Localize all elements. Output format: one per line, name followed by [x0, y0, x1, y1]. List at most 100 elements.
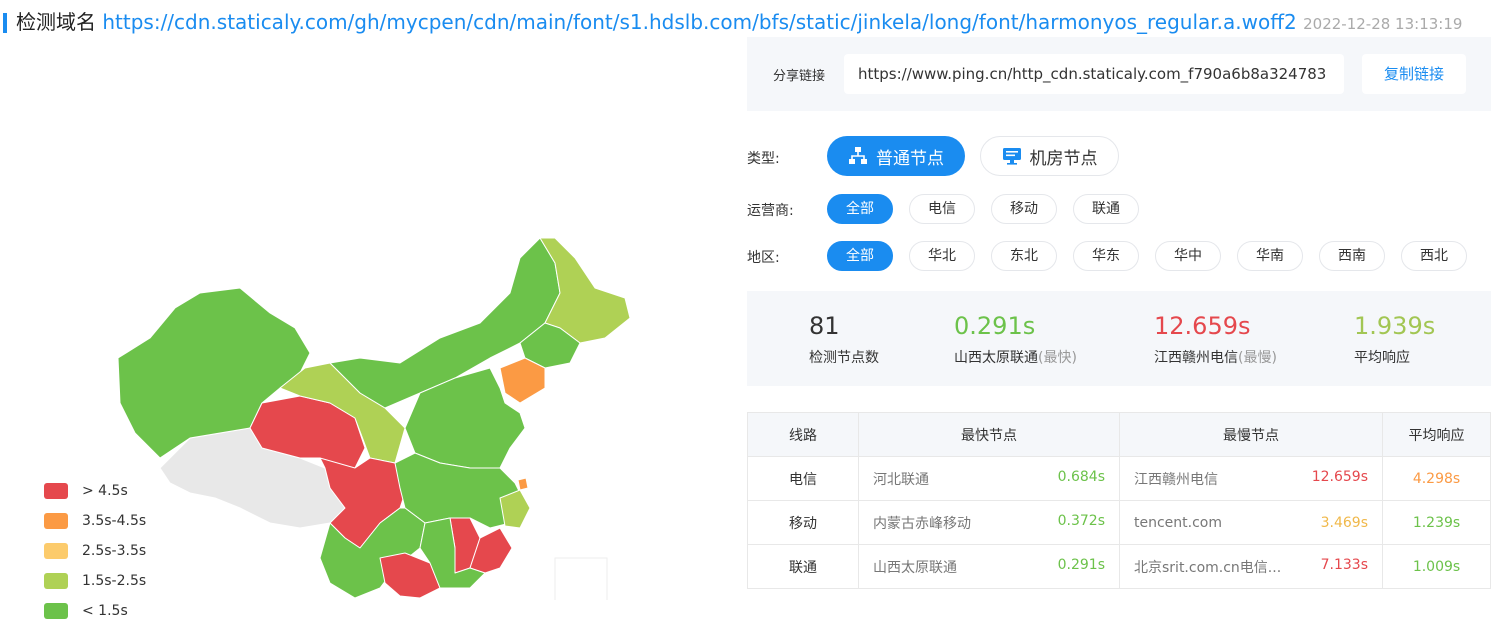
route-cell: 联通 [747, 544, 859, 589]
stat-note: (最快) [1038, 350, 1077, 366]
legend-swatch [44, 603, 68, 619]
stat-fastest: 0.291s 山西太原联通(最快) [954, 309, 1077, 367]
node-time: 3.469s [1320, 514, 1368, 531]
share-link-field[interactable]: https://www.ping.cn/http_cdn.staticaly.c… [844, 54, 1344, 94]
south-china-sea-inset [554, 557, 608, 626]
legend-item[interactable]: 3.5s-4.5s [44, 506, 146, 536]
legend-label: 1.5s-2.5s [82, 573, 147, 589]
stat-label-text: 山西太原联通 [954, 350, 1038, 366]
stat-label-text: 江西赣州电信 [1154, 350, 1238, 366]
normal-node-label: 普通节点 [876, 148, 944, 169]
legend-item[interactable]: < 1.5s [44, 596, 146, 626]
legend-label: 2.5s-3.5s [82, 543, 147, 559]
stat-label-text: 检测节点数 [809, 350, 879, 366]
copy-link-button[interactable]: 复制链接 [1362, 54, 1466, 94]
legend-swatch [44, 483, 68, 499]
legend-item[interactable]: > 4.5s [44, 476, 146, 506]
type-label: 类型: [747, 151, 780, 167]
region-option-north[interactable]: 华北 [909, 241, 975, 271]
fastest-cell: 内蒙古赤峰移动 0.372s [858, 500, 1120, 545]
isp-label: 运营商: [747, 203, 794, 219]
node-time: 0.684s [1057, 468, 1105, 485]
node-name: 山西太原联通 [873, 559, 957, 576]
region-option-east[interactable]: 华东 [1073, 241, 1139, 271]
region-option-southwest[interactable]: 西南 [1319, 241, 1385, 271]
normal-node-button[interactable]: 普通节点 [827, 136, 965, 176]
share-label: 分享链接 [773, 69, 826, 84]
node-name: 内蒙古赤峰移动 [873, 515, 971, 532]
stat-slowest: 12.659s 江西赣州电信(最慢) [1154, 309, 1277, 367]
page-title: 检测域名 https://cdn.staticaly.com/gh/mycpen… [16, 8, 1506, 38]
node-name: tencent.com [1134, 514, 1222, 531]
latency-legend: > 4.5s 3.5s-4.5s 2.5s-3.5s 1.5s-2.5s < 1… [44, 476, 146, 626]
monitor-icon [1002, 148, 1021, 165]
legend-swatch [44, 513, 68, 529]
node-time: 0.291s [1057, 556, 1105, 573]
node-time: 0.372s [1057, 512, 1105, 529]
region-shanghai [517, 477, 529, 491]
table-row: 电信 河北联通 0.684s 江西赣州电信 12.659s 4.298s [747, 456, 1491, 501]
isp-option-unicom[interactable]: 联通 [1073, 194, 1139, 224]
legend-item[interactable]: 2.5s-3.5s [44, 536, 146, 566]
route-cell: 移动 [747, 500, 859, 545]
isp-option-all[interactable]: 全部 [827, 194, 893, 224]
stat-label: 山西太原联通(最快) [954, 347, 1077, 367]
region-option-all[interactable]: 全部 [827, 241, 893, 271]
stat-label: 平均响应 [1354, 347, 1435, 367]
stat-value: 12.659s [1154, 312, 1251, 340]
node-name: 江西赣州电信 [1134, 471, 1218, 488]
stat-value: 0.291s [954, 312, 1036, 340]
average-cell: 4.298s [1382, 456, 1491, 501]
region-option-northwest[interactable]: 西北 [1401, 241, 1467, 271]
average-cell: 1.239s [1382, 500, 1491, 545]
fastest-cell: 山西太原联通 0.291s [858, 544, 1120, 589]
stat-node-count: 81 检测节点数 [809, 309, 879, 367]
node-time: 12.659s [1311, 468, 1368, 485]
legend-label: > 4.5s [82, 483, 128, 499]
legend-item[interactable]: 1.5s-2.5s [44, 566, 146, 596]
stat-value: 1.939s [1354, 312, 1436, 340]
average-cell: 1.009s [1382, 544, 1491, 589]
datacenter-node-button[interactable]: 机房节点 [980, 136, 1119, 176]
title-accent-bar [3, 13, 7, 33]
stat-label: 检测节点数 [809, 347, 879, 367]
region-option-south[interactable]: 华南 [1237, 241, 1303, 271]
checked-url-link[interactable]: https://cdn.staticaly.com/gh/mycpen/cdn/… [102, 10, 1296, 34]
check-timestamp: 2022-12-28 13:13:19 [1303, 15, 1463, 33]
isp-option-telecom[interactable]: 电信 [909, 194, 975, 224]
table-header-row: 线路 最快节点 最慢节点 平均响应 [747, 412, 1491, 457]
node-name: 河北联通 [873, 471, 929, 488]
col-header-average: 平均响应 [1382, 412, 1491, 457]
table-row: 移动 内蒙古赤峰移动 0.372s tencent.com 3.469s 1.239… [747, 500, 1491, 545]
region-label: 地区: [747, 250, 780, 266]
share-link-panel: 分享链接 https://www.ping.cn/http_cdn.static… [747, 37, 1491, 111]
slowest-cell: 北京srit.com.cn电信... 7.133s [1119, 544, 1383, 589]
region-option-northeast[interactable]: 东北 [991, 241, 1057, 271]
slowest-cell: tencent.com 3.469s [1119, 500, 1383, 545]
fastest-cell: 河北联通 0.684s [858, 456, 1120, 501]
legend-swatch [44, 543, 68, 559]
isp-option-mobile[interactable]: 移动 [991, 194, 1057, 224]
node-time: 7.133s [1320, 556, 1368, 573]
region-zhejiang [499, 489, 531, 529]
slowest-cell: 江西赣州电信 12.659s [1119, 456, 1383, 501]
region-option-central[interactable]: 华中 [1155, 241, 1221, 271]
title-label: 检测域名 [16, 10, 96, 34]
summary-stats: 81 检测节点数 0.291s 山西太原联通(最快) 12.659s 江西赣州电… [747, 291, 1491, 386]
network-icon [849, 147, 867, 164]
datacenter-node-label: 机房节点 [1029, 148, 1098, 169]
route-table: 线路 最快节点 最慢节点 平均响应 电信 河北联通 0.684s 江西赣州电信 12… [747, 412, 1491, 589]
node-name: 北京srit.com.cn电信... [1134, 559, 1282, 576]
col-header-route: 线路 [747, 412, 859, 457]
china-map-panel: > 4.5s 3.5s-4.5s 2.5s-3.5s 1.5s-2.5s < 1… [0, 64, 740, 626]
table-row: 联通 山西太原联通 0.291s 北京srit.com.cn电信... 7.133s… [747, 544, 1491, 589]
stat-average: 1.939s 平均响应 [1354, 309, 1435, 367]
stat-label-text: 平均响应 [1354, 350, 1410, 366]
route-cell: 电信 [747, 456, 859, 501]
stat-label: 江西赣州电信(最慢) [1154, 347, 1277, 367]
col-header-slowest: 最慢节点 [1119, 412, 1383, 457]
stat-value: 81 [809, 312, 840, 340]
legend-label: < 1.5s [82, 603, 128, 619]
col-header-fastest: 最快节点 [858, 412, 1120, 457]
stat-note: (最慢) [1238, 350, 1277, 366]
